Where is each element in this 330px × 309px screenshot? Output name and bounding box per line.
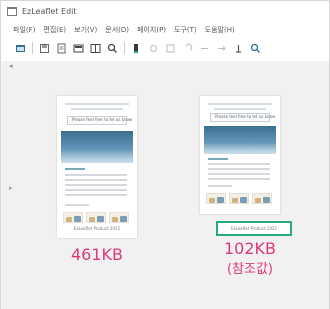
page-text-line — [65, 204, 89, 206]
product-image — [63, 212, 83, 223]
redo-icon[interactable] — [199, 43, 210, 54]
file-size-label-1: 461KB — [70, 245, 123, 264]
product-image — [229, 193, 249, 204]
menu-edit[interactable]: 편집(E) — [43, 25, 66, 35]
app-icon — [7, 6, 17, 16]
zoom-icon[interactable] — [107, 43, 118, 54]
image-icon[interactable] — [73, 43, 84, 54]
text-icon[interactable] — [233, 43, 244, 54]
page-text-line — [65, 168, 85, 170]
page-header-line — [208, 103, 272, 105]
left-panel-handle[interactable]: ▸ — [9, 184, 15, 192]
rotate-icon[interactable] — [216, 43, 227, 54]
page-text-line — [208, 185, 232, 187]
page-caption-2: EzLeaflet Product 2022 — [230, 226, 278, 231]
product-image — [252, 193, 272, 204]
menu-bar: 파일(F) 편집(E) 보기(V) 문서(D) 페이지(P) 도구(T) 도움말… — [1, 22, 329, 37]
file-size-label-2: 102KB — [223, 239, 276, 258]
menu-document[interactable]: 문서(D) — [105, 25, 129, 35]
page-hero-image — [61, 131, 133, 163]
page-caption-1: EzLeaflet Product 2022 — [73, 226, 121, 231]
page-text-line — [208, 168, 270, 170]
menu-file[interactable]: 파일(F) — [13, 25, 35, 35]
title-bar: EzLeaflet Edit — [1, 1, 329, 21]
page-text-line — [65, 189, 127, 191]
select-icon[interactable] — [165, 43, 176, 54]
toolbar — [1, 38, 329, 58]
page-text-line — [65, 179, 127, 181]
page-text-line — [208, 163, 270, 165]
menu-help[interactable]: 도움말(H) — [205, 25, 235, 35]
page-hero-image — [204, 126, 276, 154]
app-window: EzLeaflet Edit 파일(F) 편집(E) 보기(V) 문서(D) 페… — [0, 0, 330, 309]
page-text-line — [65, 194, 127, 196]
page-heading: Please feel free to let us know — [215, 114, 276, 119]
page-header-line — [71, 108, 123, 110]
undo-icon[interactable] — [182, 43, 193, 54]
page-thumbnail-1[interactable]: Please feel free to let us know — [57, 96, 137, 238]
save-icon[interactable] — [39, 43, 50, 54]
file-size-note: (참조값) — [226, 262, 274, 277]
menu-view[interactable]: 보기(V) — [74, 25, 97, 35]
menu-tools[interactable]: 도구(T) — [174, 25, 197, 35]
toolbar-separator — [32, 42, 33, 54]
open-icon[interactable] — [15, 43, 26, 54]
page-header-line — [65, 103, 129, 105]
page-text-line — [208, 178, 270, 180]
page-heading-box: Please feel free to let us know — [210, 113, 275, 122]
product-image — [206, 193, 226, 204]
marker-icon[interactable] — [131, 43, 142, 54]
page-text-line — [208, 173, 270, 175]
product-image — [86, 212, 106, 223]
search-icon[interactable] — [250, 43, 261, 54]
vertical-scrollbar[interactable] — [320, 61, 326, 246]
page-text-line — [65, 184, 127, 186]
print-icon[interactable] — [56, 43, 67, 54]
page-heading-box: Please feel free to let us know — [67, 116, 132, 125]
page-text-line — [65, 174, 127, 176]
left-panel-toggle[interactable]: ◂ — [9, 62, 15, 70]
page-header-line — [214, 108, 266, 110]
page-thumbnail-2[interactable]: Please feel free to let us know — [200, 96, 280, 214]
product-image — [109, 212, 129, 223]
hand-icon[interactable] — [148, 43, 159, 54]
window-title: EzLeaflet Edit — [22, 6, 77, 16]
page-icon[interactable] — [90, 43, 101, 54]
menu-page[interactable]: 페이지(P) — [137, 25, 166, 35]
toolbar-separator — [124, 42, 125, 54]
page-text-line — [208, 158, 228, 160]
page-heading: Please feel free to let us know — [72, 117, 133, 122]
